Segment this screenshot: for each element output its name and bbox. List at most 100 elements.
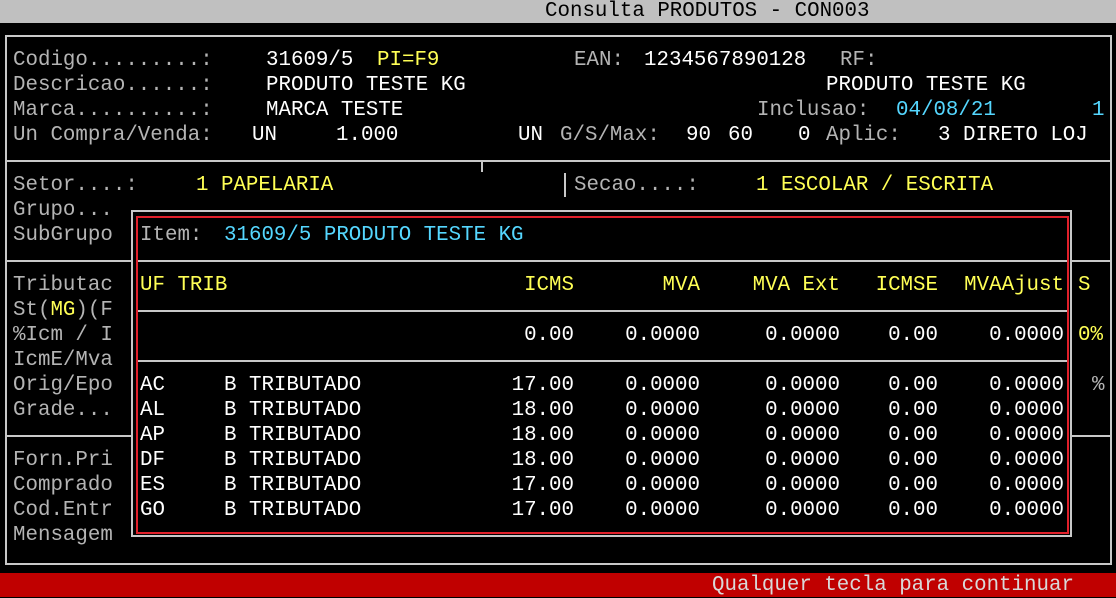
window-title: Consulta PRODUTOS - CON003 [545, 0, 870, 23]
row-uf: AP [140, 424, 165, 447]
row-mvaajust: 0.0000 [989, 499, 1064, 522]
row-icmse: 0.00 [888, 449, 938, 472]
marca-label: Marca..........: [13, 99, 213, 122]
row-icms: 17.00 [511, 374, 574, 397]
row-icms: 17.00 [511, 474, 574, 497]
row-mvaajust: 0.0000 [989, 474, 1064, 497]
row-icms: 18.00 [511, 399, 574, 422]
header-icms: ICMS [524, 274, 574, 297]
item-value: 31609/5 PRODUTO TESTE KG [224, 224, 524, 247]
row-trib: B TRIBUTADO [224, 374, 362, 397]
row-mva: 0.0000 [625, 474, 700, 497]
row-icmse: 0.00 [888, 474, 938, 497]
row-mva: 0.0000 [625, 424, 700, 447]
un-compra: UN [252, 124, 277, 147]
icm-label: %Icm / I [13, 324, 113, 347]
marca-value: MARCA TESTE [266, 99, 404, 122]
inclusao-label: Inclusao: [757, 99, 870, 122]
row-mvaajust: 0.0000 [989, 424, 1064, 447]
row-mva: 0.0000 [625, 449, 700, 472]
row-icms: 18.00 [511, 424, 574, 447]
row-mva-ext: 0.0000 [765, 449, 840, 472]
divider-1 [5, 160, 1112, 162]
row-trib: B TRIBUTADO [224, 499, 362, 522]
codigo-label: Codigo.........: [13, 49, 213, 72]
default-mva-ext: 0.0000 [765, 324, 840, 347]
un-venda: UN [518, 124, 543, 147]
row-mvaajust: 0.0000 [989, 399, 1064, 422]
row-mva-ext: 0.0000 [765, 374, 840, 397]
subgrupo-label: SubGrupo [13, 224, 113, 247]
row-mva-ext: 0.0000 [765, 424, 840, 447]
right-pct-2: % [1092, 374, 1105, 397]
max-value: 0 [798, 124, 811, 147]
default-icms: 0.00 [524, 324, 574, 347]
row-icmse: 0.00 [888, 374, 938, 397]
secao-value: 1 ESCOLAR / ESCRITA [756, 174, 994, 197]
descricao-value: PRODUTO TESTE KG [266, 74, 466, 97]
right-pct-1: 0% [1078, 324, 1103, 347]
setor-value: 1 PAPELARIA [196, 174, 334, 197]
row-uf: DF [140, 449, 165, 472]
pi-hint: PI=F9 [377, 49, 440, 72]
row-mvaajust: 0.0000 [989, 374, 1064, 397]
row-trib: B TRIBUTADO [224, 424, 362, 447]
codigo-value: 31609/5 [266, 49, 354, 72]
row-icmse: 0.00 [888, 499, 938, 522]
row-icmse: 0.00 [888, 424, 938, 447]
popup-divider-2 [138, 310, 1067, 312]
header-mva-ext: MVA Ext [752, 274, 840, 297]
st-uf: MG [50, 299, 76, 322]
forn-label: Forn.Pri [13, 449, 113, 472]
row-uf: ES [140, 474, 165, 497]
row-mvaajust: 0.0000 [989, 449, 1064, 472]
default-mvaajust: 0.0000 [989, 324, 1064, 347]
codentr-label: Cod.Entr [13, 499, 113, 522]
rf-label: RF: [840, 49, 878, 72]
grupo-label: Grupo... [13, 199, 113, 222]
header-s: S [1078, 274, 1091, 297]
ean-label: EAN: [574, 49, 624, 72]
grade-label: Grade... [13, 399, 113, 422]
row-trib: B TRIBUTADO [224, 474, 362, 497]
status-message: Qualquer tecla para continuar [712, 574, 1074, 597]
gsmax-label: G/S/Max: [560, 124, 660, 147]
row-uf: AL [140, 399, 165, 422]
popup-divider-3 [138, 360, 1067, 362]
comprador-label: Comprado [13, 474, 113, 497]
setor-label: Setor....: [13, 174, 138, 197]
icme-label: IcmE/Mva [13, 349, 113, 372]
default-icmse: 0.00 [888, 324, 938, 347]
s-value: 60 [728, 124, 753, 147]
fator-value: 1.000 [336, 124, 399, 147]
ean-value: 1234567890128 [644, 49, 807, 72]
header-mvaajust: MVAAjust [964, 274, 1064, 297]
row-mva: 0.0000 [625, 374, 700, 397]
st-label: St(MG)(F [13, 299, 113, 322]
inclusao-extra: 1 [1092, 99, 1105, 122]
row-trib: B TRIBUTADO [224, 399, 362, 422]
tick-mark [481, 162, 483, 172]
header-mva: MVA [662, 274, 700, 297]
row-uf: AC [140, 374, 165, 397]
uncompra-label: Un Compra/Venda: [13, 124, 213, 147]
row-mva-ext: 0.0000 [765, 399, 840, 422]
popup-divider-1 [138, 260, 1067, 262]
descricao-alt: PRODUTO TESTE KG [826, 74, 1026, 97]
header-icmse: ICMSE [875, 274, 938, 297]
default-mva: 0.0000 [625, 324, 700, 347]
row-icms: 17.00 [511, 499, 574, 522]
row-uf: GO [140, 499, 165, 522]
descricao-label: Descricao......: [13, 74, 213, 97]
row-icms: 18.00 [511, 449, 574, 472]
row-mva-ext: 0.0000 [765, 474, 840, 497]
tributac-label: Tributac [13, 274, 113, 297]
row-mva: 0.0000 [625, 399, 700, 422]
row-mva: 0.0000 [625, 499, 700, 522]
item-label: Item: [140, 224, 203, 247]
header-uf-trib: UF TRIB [140, 274, 228, 297]
setor-secao-divider [564, 173, 566, 197]
orig-label: Orig/Epo [13, 374, 113, 397]
mensagem-label: Mensagem [13, 524, 113, 547]
row-trib: B TRIBUTADO [224, 449, 362, 472]
